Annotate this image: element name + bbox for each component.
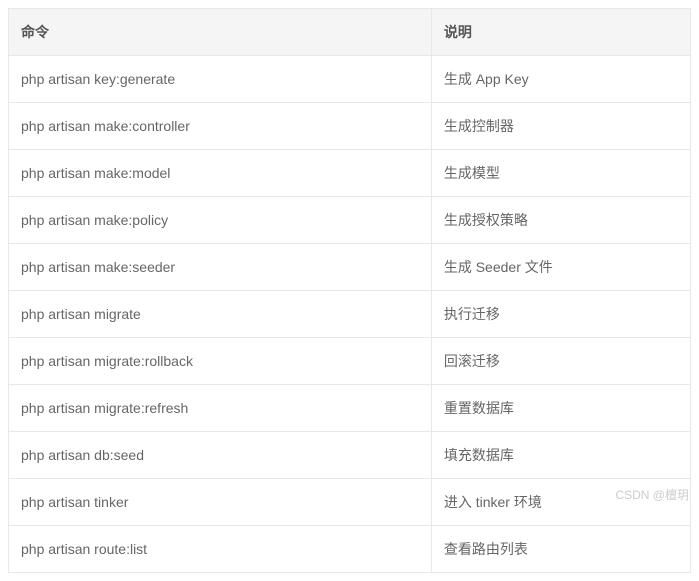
cell-command: php artisan route:list bbox=[9, 526, 432, 573]
table-row: php artisan tinker 进入 tinker 环境 bbox=[9, 479, 691, 526]
table-row: php artisan route:list 查看路由列表 bbox=[9, 526, 691, 573]
cell-description: 回滚迁移 bbox=[431, 338, 690, 385]
table-row: php artisan migrate:refresh 重置数据库 bbox=[9, 385, 691, 432]
cell-command: php artisan migrate:refresh bbox=[9, 385, 432, 432]
cell-command: php artisan make:policy bbox=[9, 197, 432, 244]
cell-command: php artisan tinker bbox=[9, 479, 432, 526]
table-row: php artisan key:generate 生成 App Key bbox=[9, 56, 691, 103]
cell-description: 生成控制器 bbox=[431, 103, 690, 150]
table-row: php artisan migrate:rollback 回滚迁移 bbox=[9, 338, 691, 385]
table-row: php artisan make:seeder 生成 Seeder 文件 bbox=[9, 244, 691, 291]
table-header-row: 命令 说明 bbox=[9, 9, 691, 56]
commands-table: 命令 说明 php artisan key:generate 生成 App Ke… bbox=[8, 8, 691, 573]
table-row: php artisan migrate 执行迁移 bbox=[9, 291, 691, 338]
table-row: php artisan make:model 生成模型 bbox=[9, 150, 691, 197]
watermark: CSDN @檀玥 bbox=[615, 486, 689, 503]
cell-description: 重置数据库 bbox=[431, 385, 690, 432]
cell-command: php artisan db:seed bbox=[9, 432, 432, 479]
cell-command: php artisan migrate:rollback bbox=[9, 338, 432, 385]
cell-command: php artisan migrate bbox=[9, 291, 432, 338]
cell-description: 填充数据库 bbox=[431, 432, 690, 479]
cell-description: 生成 Seeder 文件 bbox=[431, 244, 690, 291]
cell-description: 执行迁移 bbox=[431, 291, 690, 338]
cell-description: 生成模型 bbox=[431, 150, 690, 197]
cell-command: php artisan make:seeder bbox=[9, 244, 432, 291]
cell-command: php artisan make:controller bbox=[9, 103, 432, 150]
table-row: php artisan db:seed 填充数据库 bbox=[9, 432, 691, 479]
cell-description: 查看路由列表 bbox=[431, 526, 690, 573]
cell-command: php artisan key:generate bbox=[9, 56, 432, 103]
table-row: php artisan make:policy 生成授权策略 bbox=[9, 197, 691, 244]
header-command: 命令 bbox=[9, 9, 432, 56]
table-row: php artisan make:controller 生成控制器 bbox=[9, 103, 691, 150]
cell-description: 生成 App Key bbox=[431, 56, 690, 103]
cell-command: php artisan make:model bbox=[9, 150, 432, 197]
header-description: 说明 bbox=[431, 9, 690, 56]
cell-description: 生成授权策略 bbox=[431, 197, 690, 244]
